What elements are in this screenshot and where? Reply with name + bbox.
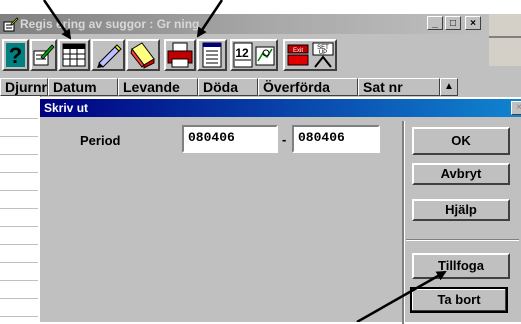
cancel-button[interactable]: Avbryt: [412, 163, 510, 185]
period-label: Period: [80, 133, 121, 148]
chart-view-icon: [255, 46, 275, 66]
minimize-button[interactable]: _: [427, 16, 443, 30]
document-button[interactable]: [197, 39, 227, 71]
dialog-title-bar[interactable]: Skriv ut ×: [40, 99, 521, 117]
dialog-close-icon[interactable]: ×: [511, 101, 521, 115]
period-to-field[interactable]: 080406: [292, 125, 380, 153]
period-separator: -: [282, 132, 287, 147]
add-button[interactable]: Tillfoga: [412, 253, 510, 279]
setup-tools-icon: SET UP: [312, 42, 334, 68]
toolbar: ? 12 Exit SET UP: [0, 36, 489, 76]
main-title-bar[interactable]: Regis ering av suggor : Gr ning _ □ ×: [0, 14, 489, 34]
document-list-icon: [202, 42, 222, 68]
main-window-title: Regis ering av suggor : Gr ning: [20, 17, 200, 31]
calendar-button[interactable]: [58, 39, 90, 71]
exit-setup-button[interactable]: Exit SET UP: [283, 39, 337, 71]
eraser-delete-icon: [130, 42, 155, 69]
pencil-button[interactable]: [91, 39, 125, 71]
print-dialog: Skriv ut × Period 080406 - 080406 OK Avb…: [38, 97, 521, 324]
date-chart-button[interactable]: 12: [230, 39, 278, 71]
vertical-divider: [402, 121, 405, 324]
maximize-button[interactable]: □: [445, 16, 461, 30]
column-header-sat-nr[interactable]: Sat nr: [358, 78, 440, 96]
calendar-number: 12: [235, 46, 249, 60]
grid-header: Djurnr Datum Levande Döda Överförda Sat …: [0, 78, 489, 96]
remove-button[interactable]: Ta bort: [410, 287, 508, 313]
app-icon: [3, 17, 19, 32]
scroll-up-arrow-icon[interactable]: ▲: [440, 78, 458, 96]
column-header-levande[interactable]: Levande: [118, 78, 198, 96]
printer-icon: [167, 42, 193, 68]
horizontal-divider: [406, 239, 519, 241]
edit-button[interactable]: [30, 39, 57, 71]
column-header-djurnr[interactable]: Djurnr: [0, 78, 48, 96]
help-dialog-button[interactable]: Hjälp: [412, 199, 510, 221]
grid-body: [0, 96, 41, 322]
close-button[interactable]: ×: [465, 16, 481, 30]
period-from-field[interactable]: 080406: [182, 125, 278, 153]
ok-button[interactable]: OK: [412, 127, 510, 155]
column-header-datum[interactable]: Datum: [48, 78, 118, 96]
column-header-doda[interactable]: Döda: [198, 78, 258, 96]
exit-door-icon: Exit: [287, 44, 309, 66]
calendar-grid-icon: [62, 43, 86, 67]
calendar-date-icon: 12: [233, 42, 253, 68]
svg-text:UP: UP: [319, 50, 327, 56]
print-button[interactable]: [164, 39, 196, 71]
dialog-title: Skriv ut: [44, 101, 89, 115]
eraser-button[interactable]: [126, 39, 160, 71]
exit-text: Exit: [293, 48, 303, 54]
help-question-icon: ?: [6, 43, 25, 68]
svg-text:?: ?: [9, 43, 22, 68]
pencil-eraser-icon: [97, 44, 122, 68]
edit-pencil-icon: [33, 44, 55, 66]
column-header-overforda[interactable]: Överförda: [258, 78, 358, 96]
help-button[interactable]: ?: [2, 39, 29, 71]
